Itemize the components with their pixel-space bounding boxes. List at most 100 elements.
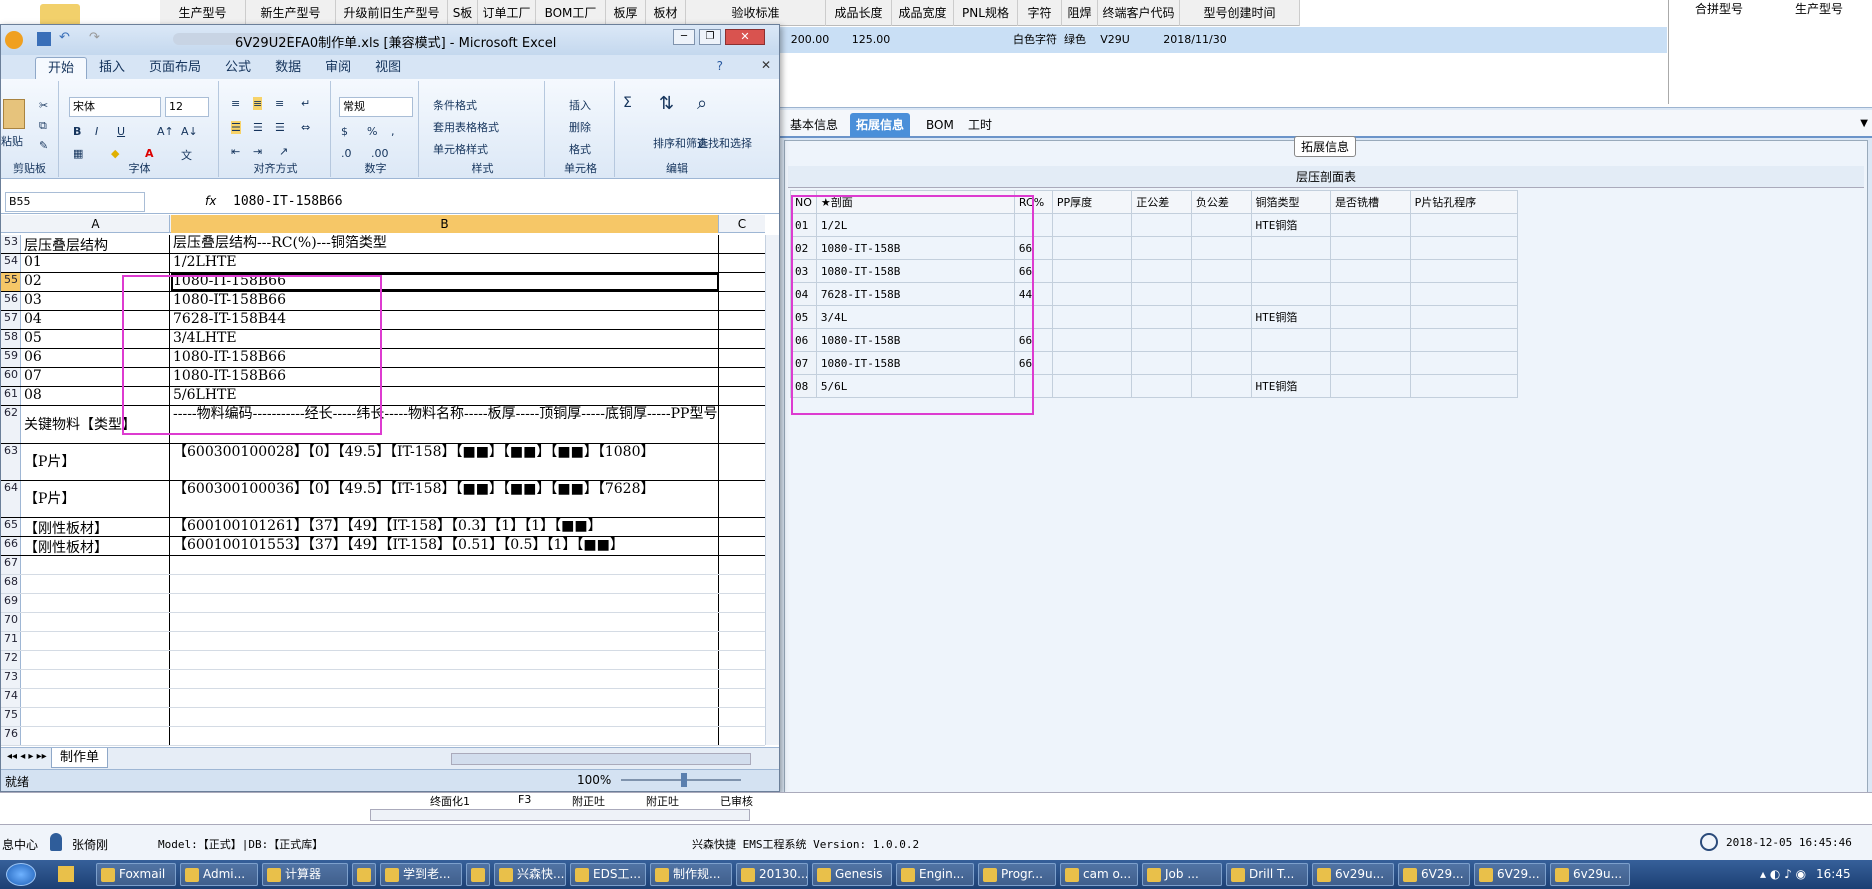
lam-col-header[interactable]: P片钻孔程序	[1409, 190, 1519, 214]
taskbar-item[interactable]: Engin...	[896, 863, 974, 886]
col-header[interactable]: 板厚	[606, 0, 646, 26]
col-header[interactable]: 板材	[646, 0, 686, 26]
conditional-format-button[interactable]: 条件格式	[433, 97, 477, 113]
sheet-nav-icon[interactable]: ◂◂ ◂ ▸ ▸▸	[7, 751, 47, 762]
minimize-button[interactable]: ─	[673, 29, 695, 45]
taskbar-item[interactable]: Job ...	[1142, 863, 1222, 886]
number-format-select[interactable]: 常规	[339, 97, 413, 117]
sheet-row[interactable]: 54 01 1/2LHTE	[1, 254, 765, 273]
col-header[interactable]: PNL规格	[954, 0, 1018, 26]
find-select-button[interactable]: 查找和选择	[697, 135, 752, 151]
sheet-row[interactable]: 65 【刚性板材】 【600100101261】【37】【49】【IT-158】【0…	[1, 518, 765, 537]
insert-cells-button[interactable]: 插入	[569, 97, 591, 113]
cell-a[interactable]	[22, 727, 170, 745]
row-number[interactable]: 75	[1, 708, 21, 726]
col-header[interactable]: 生产型号	[160, 0, 246, 26]
sheet-row[interactable]: 61 08 5/6LHTE	[1, 387, 765, 406]
lam-col-header[interactable]: PP厚度	[1051, 190, 1133, 214]
row-number[interactable]: 60	[1, 368, 21, 386]
col-header[interactable]: 阻焊	[1062, 0, 1098, 26]
sheet-row[interactable]: 55 02 1080-IT-158B66	[1, 273, 765, 292]
name-box[interactable]: B55	[5, 192, 145, 212]
ribbon-tab-view[interactable]: 视图	[363, 57, 413, 79]
cell-a[interactable]	[22, 689, 170, 707]
currency-icon[interactable]: $	[341, 125, 348, 138]
grow-font-button[interactable]: A↑	[157, 125, 174, 138]
fill-color-icon[interactable]: ◆	[111, 147, 119, 160]
col-header[interactable]: 升级前旧生产型号	[336, 0, 448, 26]
delete-cells-button[interactable]: 删除	[569, 119, 591, 135]
row-number[interactable]: 54	[1, 254, 21, 272]
paste-icon[interactable]	[3, 99, 25, 129]
cell-a[interactable]: 层压叠层结构	[22, 235, 170, 253]
merge-icon[interactable]: ⇔	[301, 121, 310, 134]
sheet-row[interactable]: 72	[1, 651, 765, 670]
sheet-row[interactable]: 59 06 1080-IT-158B66	[1, 349, 765, 368]
indent-increase-icon[interactable]: ⇥	[253, 145, 262, 158]
vertical-scrollbar[interactable]	[765, 235, 779, 745]
cell-b[interactable]: 层压叠层结构---RC(%)---铜箔类型	[171, 235, 719, 253]
excel-title-bar[interactable]: ↶ ↷ 6V29U2EFA0制作单.xls [兼容模式] - Microsoft…	[1, 25, 779, 55]
align-middle-icon[interactable]: ≡	[253, 97, 263, 110]
help-icon[interactable]: ?	[717, 59, 723, 73]
row-number[interactable]: 55	[1, 273, 21, 291]
row-number[interactable]: 76	[1, 727, 21, 745]
row-number[interactable]: 56	[1, 292, 21, 310]
ribbon-tab-page-layout[interactable]: 页面布局	[137, 57, 213, 79]
row-number[interactable]: 61	[1, 387, 21, 405]
zoom-thumb[interactable]	[681, 773, 687, 787]
taskbar-item[interactable]: 兴森快...	[494, 863, 566, 886]
row-number[interactable]: 72	[1, 651, 21, 669]
font-color-icon[interactable]: A	[145, 147, 154, 160]
copy-icon[interactable]: ⧉	[39, 119, 47, 133]
cell-b[interactable]	[171, 670, 719, 688]
cell-a[interactable]: 01	[22, 254, 170, 272]
col-header[interactable]: 成品长度	[826, 0, 892, 26]
taskbar-item[interactable]: 6v29u...	[1312, 863, 1394, 886]
taskbar-item[interactable]: Progr...	[978, 863, 1056, 886]
formula-input[interactable]: 1080-IT-158B66	[233, 194, 343, 209]
row-number[interactable]: 70	[1, 613, 21, 631]
sheet-row[interactable]: 56 03 1080-IT-158B66	[1, 292, 765, 311]
cell-a[interactable]	[22, 575, 170, 593]
align-right-icon[interactable]: ☰	[275, 121, 285, 134]
row-number[interactable]: 65	[1, 518, 21, 536]
system-clock[interactable]: 16:45	[1816, 867, 1851, 881]
row-number[interactable]: 57	[1, 311, 21, 329]
row-number[interactable]: 63	[1, 444, 21, 480]
row-number[interactable]: 53	[1, 235, 21, 253]
indent-decrease-icon[interactable]: ⇤	[231, 145, 240, 158]
align-top-icon[interactable]: ≡	[231, 97, 240, 110]
align-center-icon[interactable]: ☰	[253, 121, 263, 134]
shrink-font-button[interactable]: A↓	[181, 125, 198, 138]
row-number[interactable]: 69	[1, 594, 21, 612]
cell-b[interactable]	[171, 556, 719, 574]
taskbar-item[interactable]	[466, 863, 490, 886]
cell-a[interactable]	[22, 613, 170, 631]
col-header[interactable]: S板	[448, 0, 478, 26]
decrease-decimal-icon[interactable]: .00	[371, 147, 389, 160]
sheet-tab[interactable]: 制作单	[51, 748, 109, 768]
cell-b[interactable]: 1/2LHTE	[171, 254, 719, 272]
cell-a[interactable]: 【P片】	[22, 444, 170, 480]
sort-icon[interactable]: ⇅	[659, 93, 674, 114]
format-cells-button[interactable]: 格式	[569, 141, 591, 157]
comma-icon[interactable]: ,	[391, 125, 395, 138]
sheet-row[interactable]: 60 07 1080-IT-158B66	[1, 368, 765, 387]
underline-button[interactable]: U	[117, 125, 125, 138]
sheet-row[interactable]: 71	[1, 632, 765, 651]
undo-icon[interactable]: ↶	[59, 30, 70, 45]
col-header[interactable]: 新生产型号	[246, 0, 336, 26]
cell-a[interactable]	[22, 708, 170, 726]
horizontal-scrollbar[interactable]	[451, 753, 751, 765]
ribbon-close-icon[interactable]: ✕	[761, 58, 771, 72]
office-button-icon[interactable]	[5, 31, 23, 49]
folder-icon[interactable]	[40, 4, 80, 26]
align-bottom-icon[interactable]: ≡	[275, 97, 284, 110]
align-left-icon[interactable]: ☰	[231, 121, 241, 134]
taskbar-item[interactable]: 制作规...	[650, 863, 732, 886]
cell-b[interactable]	[171, 708, 719, 726]
format-painter-icon[interactable]: ✎	[39, 139, 48, 152]
cell-b[interactable]	[171, 575, 719, 593]
message-center[interactable]: 息中心	[2, 836, 38, 853]
